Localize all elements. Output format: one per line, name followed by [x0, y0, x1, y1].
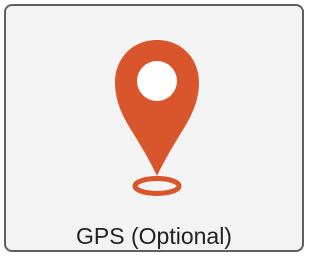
gps-optional-card[interactable]: GPS (Optional) [4, 4, 304, 252]
card-label: GPS (Optional) [76, 223, 232, 249]
map-pin-icon [111, 36, 203, 201]
